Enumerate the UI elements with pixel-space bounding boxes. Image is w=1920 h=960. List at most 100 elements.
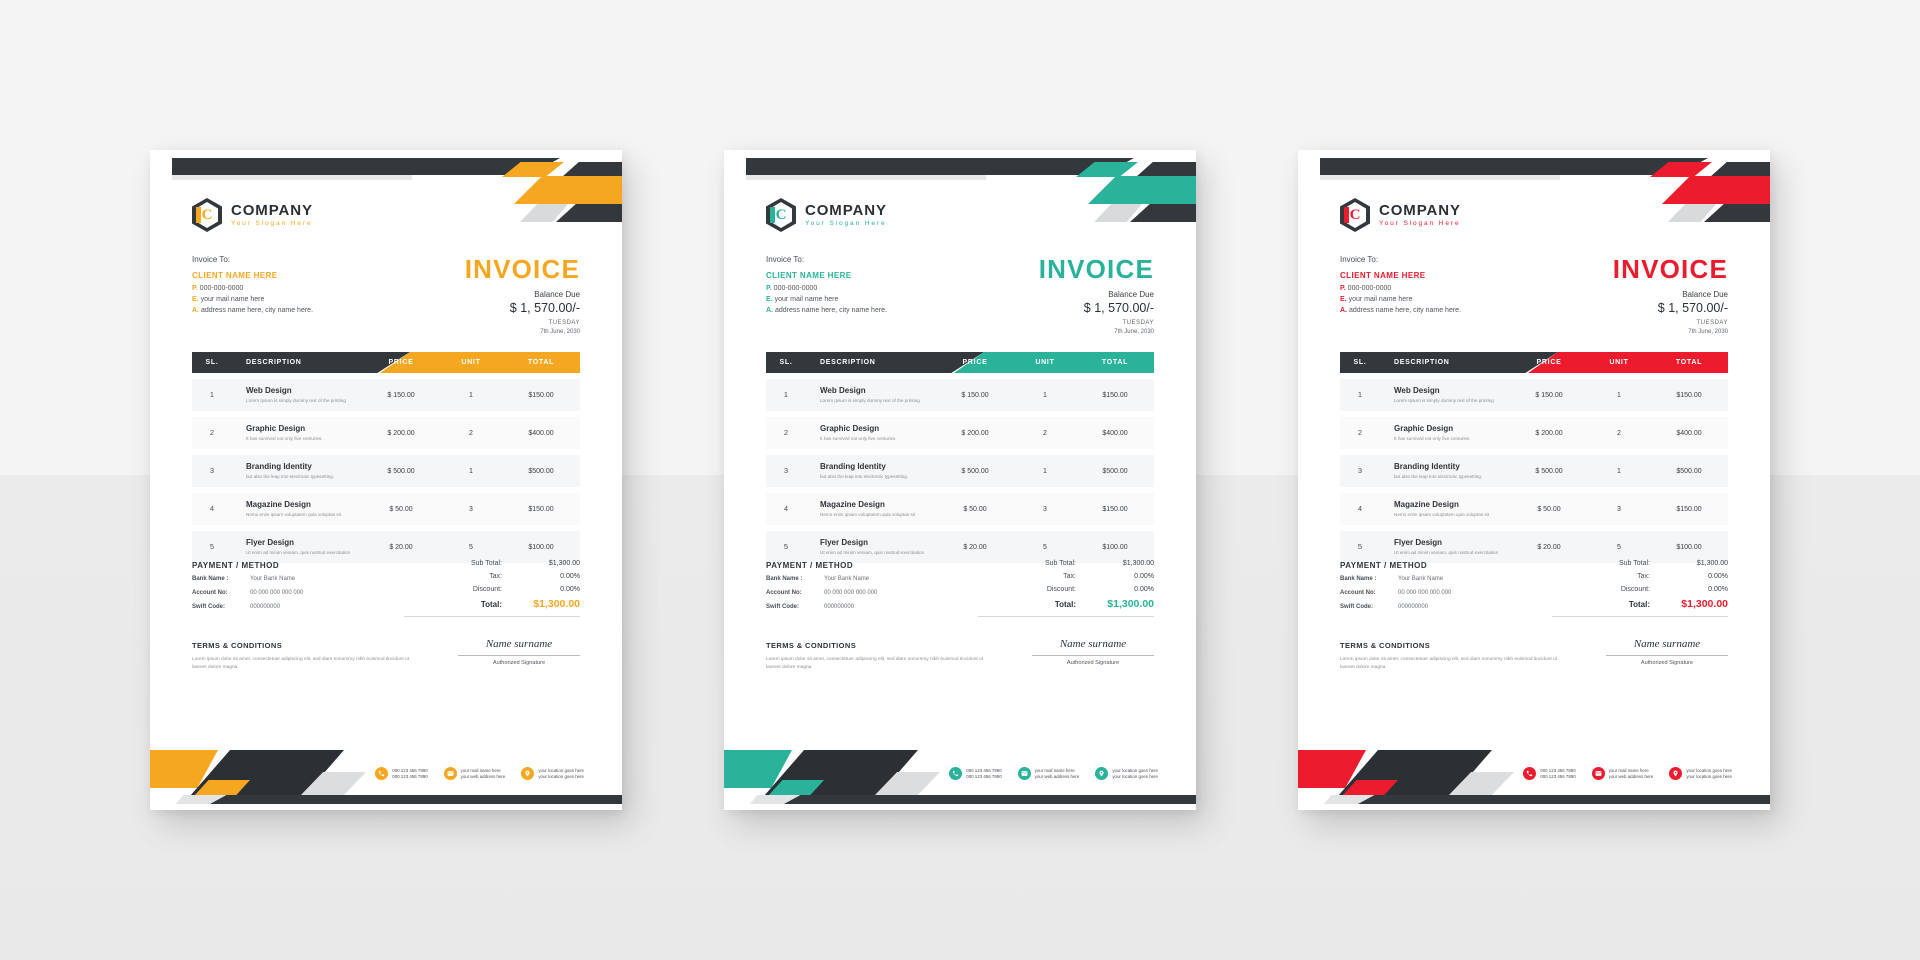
- signature-caption: Authorized Signature: [492, 660, 546, 667]
- swift-code-label: Swift Code:: [192, 603, 225, 610]
- phone-key: P.: [1340, 284, 1346, 292]
- row-description: Flyer Design Ut enim ad minim veniam, qui…: [232, 538, 362, 556]
- row-item-subtitle: but also the leap into electronic typese…: [246, 474, 335, 480]
- client-address: A. address name here, city name here.: [766, 305, 1039, 316]
- company-slogan: Your Slogan Here: [1379, 219, 1461, 227]
- row-total: $500.00: [1102, 467, 1128, 475]
- invoice-to-label: Invoice To:: [192, 255, 231, 264]
- tax-row: Tax: 0.00%: [1552, 573, 1728, 580]
- row-description: Branding Identity but also the leap into …: [232, 462, 362, 480]
- contact-item[interactable]: your location goes here your location goe…: [521, 767, 584, 780]
- invoice-card-yellow[interactable]: C COMPANY Your Slogan Here Invoice To: C…: [150, 150, 622, 810]
- payment-method-block: PAYMENT / METHOD Bank Name : Your Bank N…: [766, 562, 956, 611]
- row-total: $500.00: [528, 467, 554, 475]
- column-header-unit: UNIT: [461, 359, 481, 366]
- tax-label: Tax:: [489, 573, 502, 580]
- bank-name-label: Bank Name :: [192, 576, 229, 582]
- row-description: Branding Identity but also the leap into …: [806, 462, 936, 480]
- contact-item[interactable]: 000 123 456 7890 000 123 456 7890: [1523, 767, 1576, 780]
- phone-icon: [1523, 767, 1537, 780]
- row-price: $ 200.00: [387, 429, 415, 437]
- client-email: E. your mail name here: [766, 294, 1039, 305]
- discount-row: Discount: 0.00%: [1552, 586, 1728, 593]
- contact-item[interactable]: your location goes here your location goe…: [1669, 767, 1732, 780]
- row-item-title: Graphic Design: [1394, 424, 1454, 434]
- terms-body: Lorem ipsum dolor sit amet, consectetuer…: [1340, 656, 1558, 670]
- row-unit: 1: [1617, 467, 1621, 475]
- account-no-value: 00 000 000 000 000: [1398, 589, 1452, 596]
- subtotal-row: Sub Total: $1,300.00: [1552, 560, 1728, 567]
- table-row: 5 Flyer Design Ut enim ad minim veniam, qu…: [1340, 531, 1728, 563]
- contact-item[interactable]: your mail name here your web address here: [1591, 767, 1653, 780]
- row-item-subtitle: It has survived not only five centuries.: [1394, 436, 1471, 442]
- client-email: E. your mail name here: [192, 294, 465, 305]
- invoice-date: 7th June, 2030: [1114, 328, 1154, 335]
- contact-line-1: 000 123 456 7890: [1540, 767, 1576, 773]
- table-row: 5 Flyer Design Ut enim ad minim veniam, qu…: [766, 531, 1154, 563]
- balance-due-label: Balance Due: [1108, 290, 1154, 299]
- contact-item[interactable]: your location goes here your location goe…: [1095, 767, 1158, 780]
- contact-line-2: 000 123 456 7890: [966, 773, 1002, 779]
- contact-line-1: your mail name here: [1034, 767, 1075, 773]
- row-price: $ 200.00: [1535, 429, 1563, 437]
- signature-caption: Authorized Signature: [1066, 660, 1120, 667]
- company-logo-icon: C: [192, 198, 222, 232]
- location-icon: [1095, 767, 1109, 780]
- contact-line-2: 000 123 456 7890: [392, 773, 428, 779]
- location-icon: [521, 767, 535, 780]
- signature-block: Name surname Authorized Signature: [1032, 638, 1154, 668]
- contact-item[interactable]: your mail name here your web address here: [443, 767, 505, 780]
- account-no-label: Account No:: [1340, 589, 1376, 596]
- row-description: Web Design Lorem Ipsum is simply dummy te…: [806, 386, 936, 404]
- phone-value: 000-000-0000: [199, 284, 244, 292]
- invoice-title: INVOICE: [464, 254, 580, 284]
- row-description: Web Design Lorem Ipsum is simply dummy te…: [232, 386, 362, 404]
- row-description: Magazine Design Nemo enim ipsam voluptate…: [806, 500, 936, 518]
- row-unit: 1: [469, 391, 473, 399]
- row-price: $ 150.00: [387, 391, 415, 399]
- grand-total-label: Total:: [1054, 600, 1076, 609]
- row-total: $150.00: [1102, 505, 1128, 513]
- table-header-row: SL. DESCRIPTION PRICE UNIT TOTAL: [1340, 352, 1728, 373]
- phone-value: 000-000-0000: [773, 284, 818, 292]
- invoice-title-block: INVOICE Balance Due $ 1, 570.00/- TUESDA…: [465, 254, 580, 336]
- row-unit: 5: [1617, 543, 1621, 551]
- contact-item[interactable]: 000 123 456 7890 000 123 456 7890: [375, 767, 428, 780]
- row-sl: 2: [783, 428, 789, 438]
- line-items-table: SL. DESCRIPTION PRICE UNIT TOTAL 1 Web De…: [192, 352, 580, 563]
- address-key: A.: [1340, 307, 1347, 315]
- row-sl: 3: [209, 466, 215, 476]
- totals-block: Sub Total: $1,300.00 Tax: 0.00% Discount…: [978, 560, 1154, 617]
- subtotal-value: $1,300.00: [548, 560, 580, 567]
- account-no-label: Account No:: [766, 589, 802, 596]
- table-header-row: SL. DESCRIPTION PRICE UNIT TOTAL: [766, 352, 1154, 373]
- row-description: Web Design Lorem Ipsum is simply dummy te…: [1380, 386, 1510, 404]
- contact-text: 000 123 456 7890 000 123 456 7890: [392, 768, 427, 780]
- bank-name-row: Bank Name : Your Bank Name: [766, 576, 956, 584]
- row-price: $ 500.00: [1535, 467, 1563, 475]
- row-price: $ 20.00: [1537, 543, 1561, 551]
- table-row: 4 Magazine Design Nemo enim ipsam voluptat…: [1340, 493, 1728, 525]
- discount-label: Discount:: [1620, 586, 1650, 593]
- row-description: Graphic Design It has survived not only f…: [1380, 424, 1510, 442]
- row-description: Magazine Design Nemo enim ipsam voluptate…: [1380, 500, 1510, 518]
- row-price: $ 200.00: [961, 429, 989, 437]
- invoice-card-red[interactable]: C COMPANY Your Slogan Here Invoice To: C…: [1298, 150, 1770, 810]
- signature-name: Name surname: [1633, 638, 1701, 650]
- row-total: $100.00: [1102, 543, 1128, 551]
- row-total: $500.00: [1676, 467, 1702, 475]
- client-phone: P. 000-000-0000: [192, 283, 465, 294]
- row-item-subtitle: Ut enim ad minim veniam, quis nostrud ex…: [820, 550, 925, 556]
- contact-item[interactable]: 000 123 456 7890 000 123 456 7890: [949, 767, 1002, 780]
- row-unit: 1: [469, 467, 473, 475]
- account-no-row: Account No: 00 000 000 000 000: [192, 590, 382, 598]
- row-unit: 1: [1617, 391, 1621, 399]
- contact-item[interactable]: your mail name here your web address here: [1017, 767, 1079, 780]
- client-name: CLIENT NAME HERE: [1340, 271, 1426, 280]
- invoice-card-teal[interactable]: C COMPANY Your Slogan Here Invoice To: C…: [724, 150, 1196, 810]
- row-unit: 2: [1617, 429, 1621, 437]
- row-total: $150.00: [1676, 505, 1702, 513]
- signature-line: [1032, 655, 1154, 657]
- subtotal-row: Sub Total: $1,300.00: [404, 560, 580, 567]
- signature-caption: Authorized Signature: [1640, 660, 1694, 667]
